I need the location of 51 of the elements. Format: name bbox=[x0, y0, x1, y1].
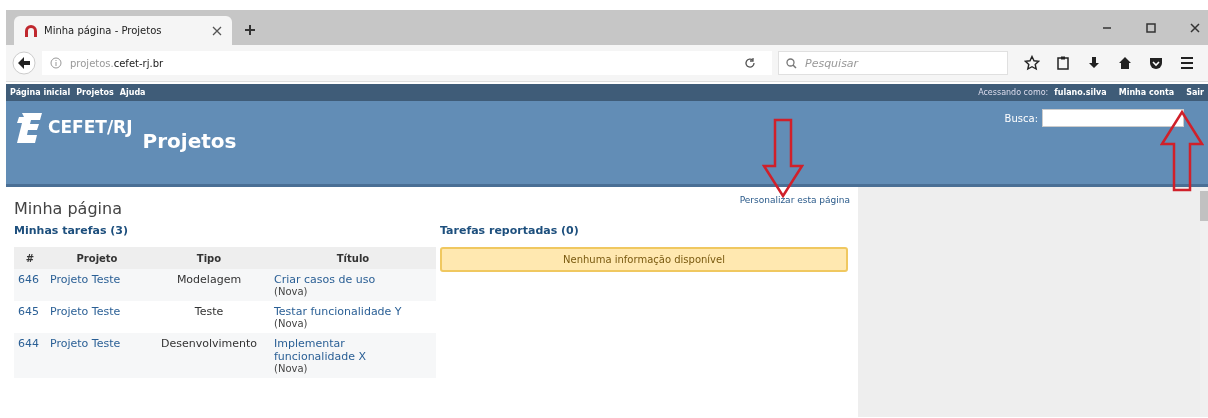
scrollbar[interactable] bbox=[1200, 187, 1208, 417]
task-id-link[interactable]: 645 bbox=[18, 305, 39, 318]
task-id-link[interactable]: 644 bbox=[18, 337, 39, 350]
menu-icon[interactable] bbox=[1179, 55, 1195, 71]
table-cell: Teste bbox=[148, 301, 270, 333]
page-title: Minha página bbox=[14, 199, 122, 218]
search-icon bbox=[786, 58, 797, 69]
logo-text: CEFET/RJ bbox=[48, 117, 133, 137]
table-cell: Modelagem bbox=[148, 269, 270, 301]
personalize-link[interactable]: Personalizar esta página bbox=[739, 195, 850, 205]
task-title-link[interactable]: Criar casos de uso bbox=[274, 273, 426, 286]
star-icon[interactable] bbox=[1024, 55, 1040, 71]
plus-icon[interactable] bbox=[244, 24, 256, 36]
top-menu-link[interactable]: Página inicial bbox=[10, 88, 71, 97]
reload-icon[interactable] bbox=[744, 57, 756, 69]
search-field[interactable] bbox=[1042, 109, 1184, 127]
section-heading[interactable]: Minhas tarefas (3) bbox=[14, 224, 129, 237]
task-title-link[interactable]: Implementar funcionalidade X bbox=[274, 337, 426, 363]
top-menu-link[interactable]: Ajuda bbox=[119, 88, 146, 97]
browser-tab[interactable]: Minha página - Projetos bbox=[14, 16, 232, 45]
section-heading[interactable]: Tarefas reportadas (0) bbox=[440, 224, 579, 237]
maximize-icon[interactable] bbox=[1146, 22, 1156, 33]
user-link[interactable]: fulano.silva bbox=[1054, 88, 1107, 97]
column-header: Título bbox=[270, 247, 436, 269]
column-header: # bbox=[14, 247, 46, 269]
back-icon[interactable] bbox=[12, 51, 36, 75]
clipboard-icon[interactable] bbox=[1055, 55, 1071, 71]
account-link[interactable]: Sair bbox=[1186, 88, 1204, 97]
empty-message: Nenhuma informação disponível bbox=[440, 247, 848, 272]
top-menu-link[interactable]: Projetos bbox=[76, 88, 114, 97]
account-link[interactable]: Minha conta bbox=[1118, 88, 1175, 97]
pocket-icon[interactable] bbox=[1148, 55, 1164, 71]
home-icon[interactable] bbox=[1117, 55, 1133, 71]
logged-in-label: Acessando como: bbox=[978, 88, 1049, 97]
column-header: Tipo bbox=[148, 247, 270, 269]
task-title-link[interactable]: Testar funcionalidade Y bbox=[274, 305, 426, 318]
address-bar[interactable]: projetos.cefet-rj.br bbox=[42, 51, 772, 75]
task-status: (Nova) bbox=[274, 318, 309, 329]
close-icon[interactable] bbox=[212, 25, 222, 36]
logo-icon bbox=[14, 111, 44, 145]
arch-icon bbox=[24, 24, 38, 37]
info-icon bbox=[50, 57, 62, 69]
search-label: Busca: bbox=[1004, 113, 1038, 124]
task-status: (Nova) bbox=[274, 286, 309, 297]
column-header: Projeto bbox=[46, 247, 148, 269]
site-title: Projetos bbox=[142, 129, 237, 153]
search-field[interactable]: Pesquisar bbox=[778, 51, 1008, 75]
task-status: (Nova) bbox=[274, 363, 309, 374]
close-icon[interactable] bbox=[1190, 22, 1200, 33]
project-link[interactable]: Projeto Teste bbox=[50, 305, 121, 318]
table-cell: Desenvolvimento bbox=[148, 333, 270, 378]
